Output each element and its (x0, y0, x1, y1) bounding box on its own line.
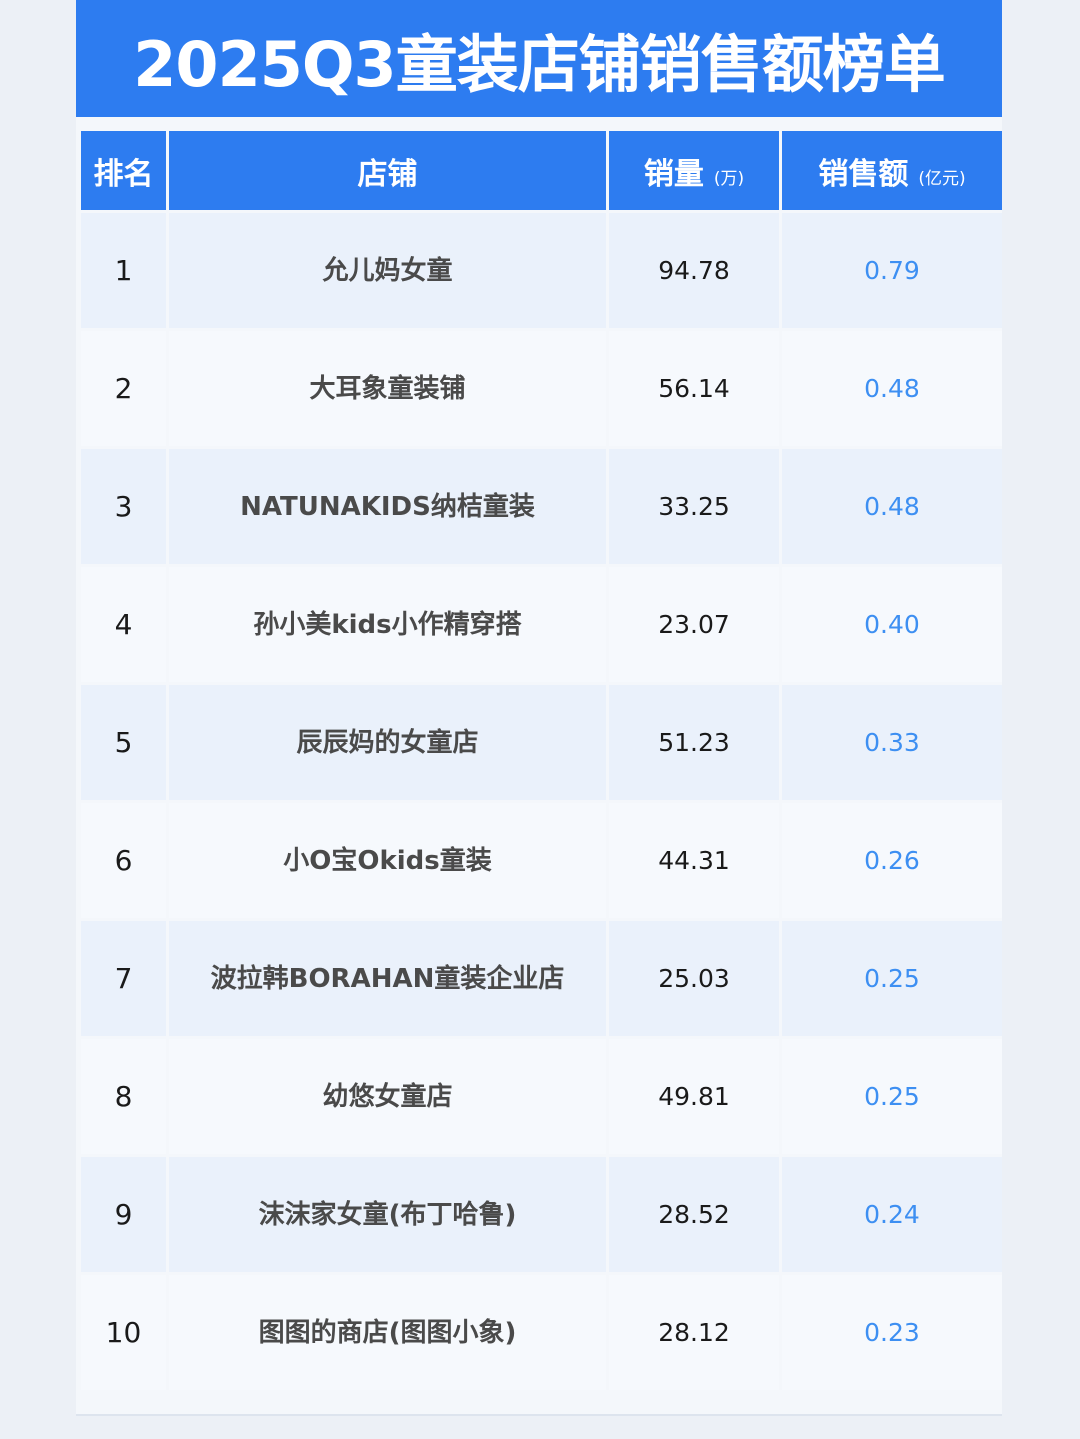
rank-cell: 9 (81, 1157, 166, 1272)
sales-amount-cell: 0.48 (782, 331, 1002, 446)
store-name-cell: 大耳象童装铺 (169, 331, 606, 446)
page-title: 2025Q3童装店铺销售额榜单 (133, 27, 945, 101)
rank-cell: 2 (81, 331, 166, 446)
store-name-cell: NATUNAKIDS纳桔童装 (169, 449, 606, 564)
store-name-cell: 图图的商店(图图小象) (169, 1275, 606, 1390)
sales-amount-cell: 0.25 (782, 1039, 1002, 1154)
column-header-unit: (万) (713, 168, 745, 189)
column-header-label: 排名 (93, 156, 154, 192)
rank-cell: 3 (81, 449, 166, 564)
rank-cell: 5 (81, 685, 166, 800)
ranking-table: 排名 店铺 销量 (万) 销售额 (亿元) 1 允儿妈女童 94.78 0.79 2 大耳象童… (78, 128, 1005, 1393)
column-header-unit: (亿元) (918, 168, 966, 189)
sales-amount-cell: 0.48 (782, 449, 1002, 564)
table-bottom-divider (76, 1414, 1002, 1416)
table-row: 2 大耳象童装铺 56.14 0.48 (81, 331, 1002, 446)
store-name-cell: 辰辰妈的女童店 (169, 685, 606, 800)
sales-amount-cell: 0.33 (782, 685, 1002, 800)
column-header-amount: 销售额 (亿元) (782, 131, 1002, 210)
title-banner: 2025Q3童装店铺销售额榜单 (76, 0, 1002, 117)
sales-volume-cell: 23.07 (609, 567, 779, 682)
sales-amount-cell: 0.40 (782, 567, 1002, 682)
store-name-cell: 小O宝Okids童装 (169, 803, 606, 918)
table-row: 1 允儿妈女童 94.78 0.79 (81, 213, 1002, 328)
sales-amount-cell: 0.24 (782, 1157, 1002, 1272)
sales-volume-cell: 51.23 (609, 685, 779, 800)
table-row: 9 沫沫家女童(布丁哈鲁) 28.52 0.24 (81, 1157, 1002, 1272)
column-header-rank: 排名 (81, 131, 166, 210)
column-header-label: 销量 (643, 156, 704, 192)
rank-cell: 4 (81, 567, 166, 682)
rank-cell: 8 (81, 1039, 166, 1154)
rank-cell: 7 (81, 921, 166, 1036)
sales-amount-cell: 0.23 (782, 1275, 1002, 1390)
sales-volume-cell: 49.81 (609, 1039, 779, 1154)
table-row: 6 小O宝Okids童装 44.31 0.26 (81, 803, 1002, 918)
store-name-cell: 沫沫家女童(布丁哈鲁) (169, 1157, 606, 1272)
table-row: 8 幼悠女童店 49.81 0.25 (81, 1039, 1002, 1154)
rank-cell: 6 (81, 803, 166, 918)
store-name-cell: 幼悠女童店 (169, 1039, 606, 1154)
sales-volume-cell: 56.14 (609, 331, 779, 446)
sales-volume-cell: 33.25 (609, 449, 779, 564)
column-header-store: 店铺 (169, 131, 606, 210)
table-row: 4 孙小美kids小作精穿搭 23.07 0.40 (81, 567, 1002, 682)
column-header-label: 销售额 (818, 156, 909, 192)
sales-volume-cell: 94.78 (609, 213, 779, 328)
sales-volume-cell: 28.12 (609, 1275, 779, 1390)
sales-volume-cell: 44.31 (609, 803, 779, 918)
table-row: 7 波拉韩BORAHAN童装企业店 25.03 0.25 (81, 921, 1002, 1036)
store-name-cell: 允儿妈女童 (169, 213, 606, 328)
rank-cell: 1 (81, 213, 166, 328)
column-header-qty: 销量 (万) (609, 131, 779, 210)
rank-cell: 10 (81, 1275, 166, 1390)
sales-volume-cell: 28.52 (609, 1157, 779, 1272)
sales-amount-cell: 0.25 (782, 921, 1002, 1036)
table-row: 10 图图的商店(图图小象) 28.12 0.23 (81, 1275, 1002, 1390)
table-row: 3 NATUNAKIDS纳桔童装 33.25 0.48 (81, 449, 1002, 564)
store-name-cell: 孙小美kids小作精穿搭 (169, 567, 606, 682)
sales-amount-cell: 0.79 (782, 213, 1002, 328)
store-name-cell: 波拉韩BORAHAN童装企业店 (169, 921, 606, 1036)
table-row: 5 辰辰妈的女童店 51.23 0.33 (81, 685, 1002, 800)
table-body: 1 允儿妈女童 94.78 0.79 2 大耳象童装铺 56.14 0.48 3 NATUNAKI… (81, 213, 1002, 1390)
sales-volume-cell: 25.03 (609, 921, 779, 1036)
table-header-row: 排名 店铺 销量 (万) 销售额 (亿元) (81, 131, 1002, 210)
column-header-label: 店铺 (357, 156, 418, 192)
sales-amount-cell: 0.26 (782, 803, 1002, 918)
